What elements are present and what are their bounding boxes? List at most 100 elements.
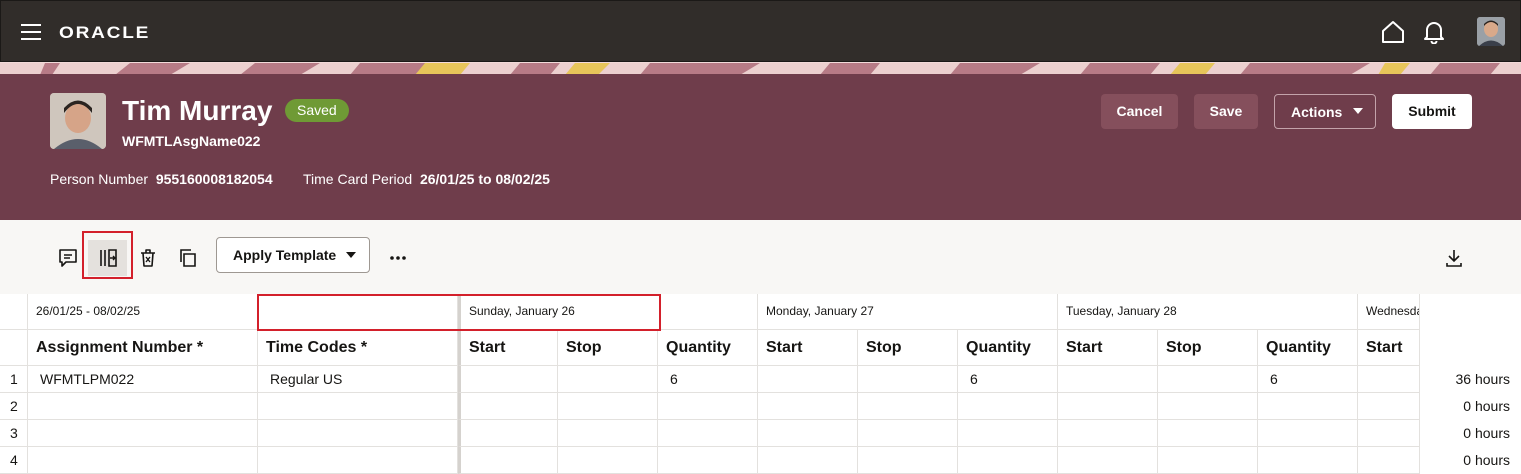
col-start[interactable]: Start	[458, 330, 558, 366]
home-icon[interactable]	[1381, 20, 1405, 44]
person-number-value: 955160008182054	[155, 171, 273, 187]
period-label: Time Card Period	[303, 171, 413, 187]
time-code-cell[interactable]	[258, 447, 458, 474]
quantity-cell[interactable]	[958, 447, 1058, 474]
time-code-cell[interactable]	[258, 420, 458, 447]
save-button[interactable]: Save	[1194, 94, 1258, 129]
assignment-cell[interactable]: WFMTLPM022	[28, 366, 258, 393]
highlight-box	[82, 231, 133, 279]
row-number: 2	[0, 393, 28, 420]
start-cell[interactable]	[1358, 420, 1420, 447]
notifications-icon[interactable]	[1422, 20, 1446, 45]
start-cell[interactable]	[758, 393, 858, 420]
start-cell[interactable]	[758, 366, 858, 393]
stop-cell[interactable]	[1158, 393, 1258, 420]
person-header: Tim Murray Saved WFMTLAsgName022 Person …	[0, 74, 1521, 220]
quantity-cell[interactable]	[658, 420, 758, 447]
row-header-corner	[0, 330, 28, 366]
stop-cell[interactable]	[558, 420, 658, 447]
time-code-cell[interactable]: Regular US	[258, 366, 458, 393]
row-number: 4	[0, 447, 28, 474]
cancel-button[interactable]: Cancel	[1101, 94, 1178, 129]
col-start[interactable]: Start	[1058, 330, 1158, 366]
row-total: 36 hours	[1455, 371, 1510, 387]
quantity-cell[interactable]	[1258, 447, 1358, 474]
col-assignment-number[interactable]: Assignment Number *	[28, 330, 258, 366]
apply-template-button[interactable]: Apply Template	[216, 237, 370, 273]
highlight-box	[257, 294, 661, 331]
period-range: 26/01/25 - 08/02/25	[28, 294, 258, 330]
time-code-cell[interactable]	[258, 393, 458, 420]
more-icon[interactable]	[378, 240, 418, 276]
stop-cell[interactable]	[1158, 366, 1258, 393]
start-cell[interactable]	[1058, 420, 1158, 447]
row-number: 1	[0, 366, 28, 393]
person-number-label: Person Number	[50, 171, 149, 187]
col-stop[interactable]: Stop	[558, 330, 658, 366]
start-cell[interactable]	[1358, 366, 1420, 393]
quantity-cell[interactable]	[658, 447, 758, 474]
col-time-codes[interactable]: Time Codes *	[258, 330, 458, 366]
actions-label: Actions	[1291, 104, 1343, 120]
top-bar: ORACLE	[0, 0, 1521, 62]
start-cell[interactable]	[758, 420, 858, 447]
assignment-cell[interactable]	[28, 447, 258, 474]
col-quantity[interactable]: Quantity	[958, 330, 1058, 366]
menu-icon[interactable]	[21, 24, 41, 40]
delete-icon[interactable]	[128, 240, 168, 276]
stop-cell[interactable]	[1158, 447, 1258, 474]
start-cell[interactable]	[1358, 393, 1420, 420]
col-start[interactable]: Start	[1358, 330, 1420, 366]
start-cell[interactable]	[458, 393, 558, 420]
row-total: 0 hours	[1463, 425, 1510, 441]
assignment-name: WFMTLAsgName022	[122, 133, 261, 149]
quantity-cell[interactable]: 6	[658, 366, 758, 393]
stop-cell[interactable]	[858, 366, 958, 393]
submit-button[interactable]: Submit	[1392, 94, 1472, 129]
col-stop[interactable]: Stop	[1158, 330, 1258, 366]
col-stop[interactable]: Stop	[858, 330, 958, 366]
start-cell[interactable]	[458, 366, 558, 393]
day-header-wednesday: Wednesday, January 29	[1358, 294, 1420, 330]
day-header-monday: Monday, January 27	[758, 294, 1058, 330]
quantity-cell[interactable]	[958, 420, 1058, 447]
stop-cell[interactable]	[1158, 420, 1258, 447]
start-cell[interactable]	[1358, 447, 1420, 474]
start-cell[interactable]	[1058, 366, 1158, 393]
quantity-cell[interactable]	[658, 393, 758, 420]
assignment-cell[interactable]	[28, 393, 258, 420]
chevron-down-icon	[346, 252, 356, 258]
oracle-logo: ORACLE	[59, 23, 151, 42]
stop-cell[interactable]	[858, 420, 958, 447]
start-cell[interactable]	[1058, 393, 1158, 420]
start-cell[interactable]	[458, 420, 558, 447]
start-cell[interactable]	[1058, 447, 1158, 474]
actions-button[interactable]: Actions	[1274, 94, 1376, 129]
start-cell[interactable]	[758, 447, 858, 474]
user-avatar[interactable]	[1477, 17, 1505, 46]
stop-cell[interactable]	[858, 447, 958, 474]
stop-cell[interactable]	[858, 393, 958, 420]
status-badge: Saved	[285, 99, 349, 122]
corner-cell	[0, 294, 28, 330]
col-start[interactable]: Start	[758, 330, 858, 366]
stop-cell[interactable]	[558, 393, 658, 420]
row-total: 0 hours	[1463, 398, 1510, 414]
quantity-cell[interactable]: 6	[958, 366, 1058, 393]
quantity-cell[interactable]	[1258, 420, 1358, 447]
toolbar: Apply Template	[0, 220, 1521, 294]
apply-template-label: Apply Template	[233, 247, 337, 263]
quantity-cell[interactable]: 6	[1258, 366, 1358, 393]
stop-cell[interactable]	[558, 447, 658, 474]
download-icon[interactable]	[1434, 240, 1474, 276]
assignment-cell[interactable]	[28, 420, 258, 447]
col-quantity[interactable]: Quantity	[658, 330, 758, 366]
col-quantity[interactable]: Quantity	[1258, 330, 1358, 366]
copy-icon[interactable]	[168, 240, 208, 276]
person-number: Person Number 955160008182054	[50, 171, 273, 187]
stop-cell[interactable]	[558, 366, 658, 393]
time-card-period: Time Card Period 26/01/25 to 08/02/25	[303, 171, 550, 187]
start-cell[interactable]	[458, 447, 558, 474]
quantity-cell[interactable]	[958, 393, 1058, 420]
quantity-cell[interactable]	[1258, 393, 1358, 420]
